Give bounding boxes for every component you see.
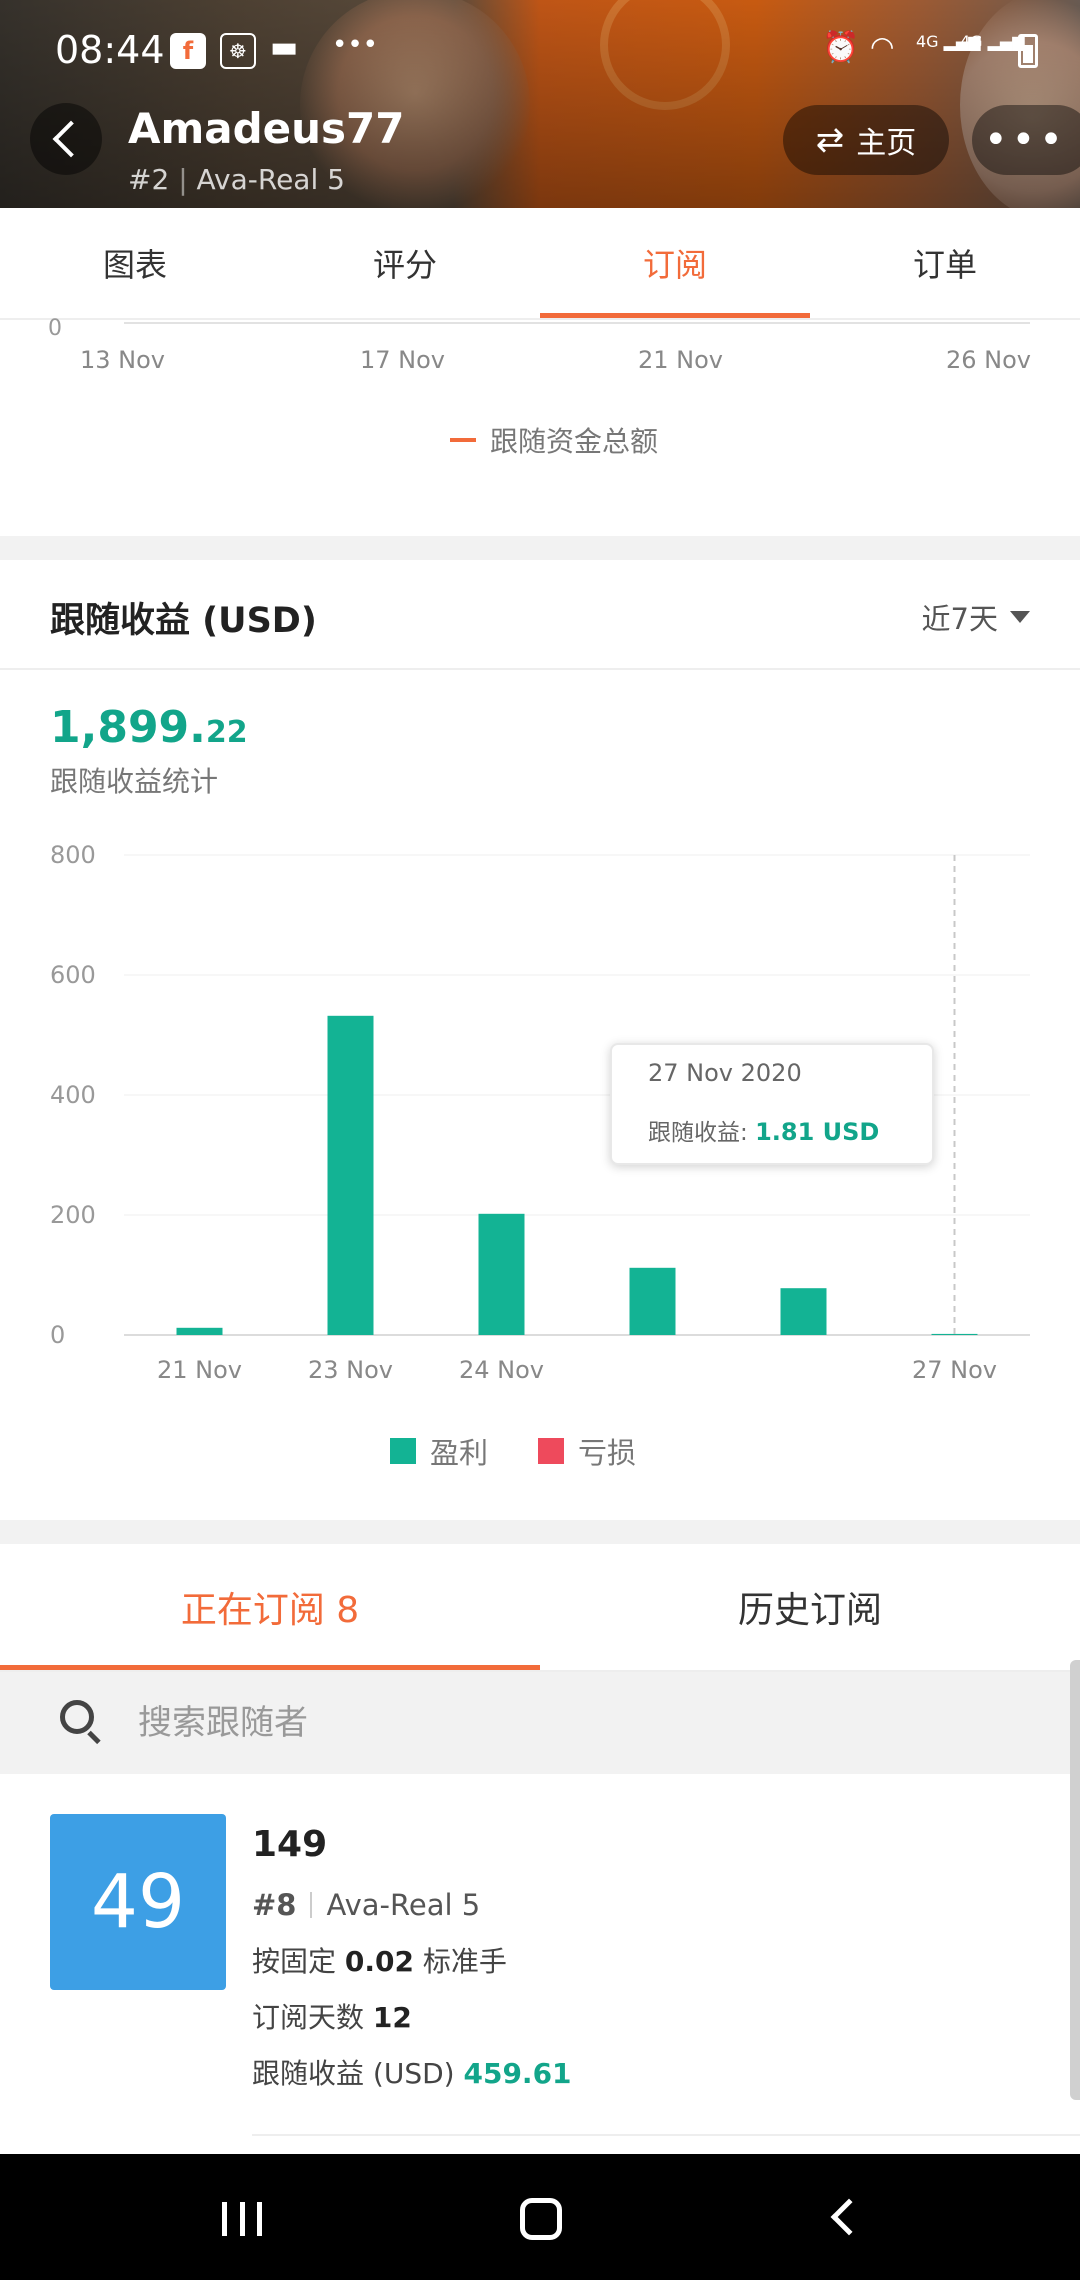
y-tick-label: 0 [48, 316, 62, 341]
baidu-icon: ☸ [220, 33, 256, 69]
chart-legend: 盈利 亏损 [390, 1430, 636, 1472]
tab-orders[interactable]: 订单 [810, 208, 1080, 318]
swap-icon: ⇄ [815, 120, 845, 160]
search-bar [0, 1672, 1080, 1774]
x-axis-line [124, 322, 1030, 324]
chevron-left-icon [52, 120, 90, 158]
x-tick-label: 26 Nov [946, 346, 1032, 374]
chat-icon: ▬ [270, 30, 299, 65]
follower-name: 149 [252, 1824, 328, 1865]
range-dropdown[interactable]: 近7天 [922, 596, 1030, 638]
tab-history-subscriptions[interactable]: 历史订阅 [540, 1544, 1080, 1670]
tooltip-value: 1.81 USD [755, 1118, 880, 1146]
x-tick-label: 21 Nov [638, 346, 724, 374]
legend-item-profit[interactable]: 盈利 [390, 1430, 488, 1472]
legend-swatch [538, 1438, 565, 1464]
tooltip-date: 27 Nov 2020 [648, 1059, 802, 1087]
bar [478, 1213, 525, 1335]
fund-chart: 0 13 Nov 17 Nov 21 Nov 26 Nov 跟随资金总额 [0, 316, 1080, 536]
chart-tooltip: 27 Nov 2020 跟随收益: 1.81 USD [610, 1043, 934, 1165]
tab-chart[interactable]: 图表 [0, 208, 270, 318]
bar [176, 1327, 223, 1335]
y-tick-label: 200 [50, 1201, 96, 1229]
total-income: 1,899.22 [50, 702, 248, 753]
section-divider [0, 536, 1080, 560]
subscription-tabs: 正在订阅 8 历史订阅 [0, 1544, 1080, 1672]
y-tick-label: 0 [50, 1321, 65, 1349]
bar [327, 1015, 374, 1335]
x-tick-label: 13 Nov [80, 346, 166, 374]
alarm-icon: ⏰ [822, 30, 860, 65]
home-nav-button[interactable] [520, 2198, 562, 2240]
follower-mode: 按固定 0.02 标准手 [252, 1945, 507, 1978]
more-button[interactable]: ••• [972, 105, 1080, 175]
legend-item-loss[interactable]: 亏损 [538, 1430, 636, 1472]
status-time: 08:44 [55, 28, 165, 72]
search-input[interactable] [136, 1692, 1036, 1754]
follower-days: 订阅天数 12 [252, 2001, 412, 2034]
y-tick-label: 600 [50, 961, 96, 989]
system-navigation-bar [0, 2154, 1080, 2280]
x-tick-label: 17 Nov [360, 346, 446, 374]
y-tick-label: 400 [50, 1081, 96, 1109]
account-header: 08:44 f ☸ ▬ ••• ⏰ ◠ 4G ▂▄▆ 4G ▂▄▆ Amadeu… [0, 0, 1080, 208]
account-server: Ava-Real 5 [196, 163, 345, 196]
tab-subscription[interactable]: 订阅 [540, 208, 810, 318]
bar [629, 1267, 676, 1335]
follower-server: Ava-Real 5 [326, 1888, 481, 1922]
section-divider [0, 1520, 1080, 1544]
follower-income: 跟随收益 (USD) 459.61 [252, 2057, 572, 2090]
x-tick-label: 24 Nov [459, 1356, 544, 1384]
wifi-icon: ◠ [870, 30, 895, 63]
bar [931, 1333, 978, 1335]
caret-down-icon [1010, 611, 1030, 623]
legend-swatch [390, 1438, 416, 1464]
legend-line-swatch [450, 438, 476, 442]
section-title: 跟随收益 (USD) [50, 601, 317, 641]
follower-card[interactable]: 49 149 #8 Ava-Real 5 按固定 0.02 标准手 订阅天数 1… [0, 1774, 1080, 2154]
follower-rank-line: #8 Ava-Real 5 [252, 1888, 480, 1922]
bar [780, 1288, 827, 1335]
y-tick-label: 800 [50, 841, 96, 869]
x-tick-label: 27 Nov [912, 1356, 997, 1384]
account-rank: #2 [128, 163, 170, 196]
more-icon: ••• [984, 117, 1067, 163]
follow-income-header: 跟随收益 (USD) 近7天 [0, 560, 1080, 670]
battery-icon [1018, 34, 1038, 68]
signal-4g-icon: 4G ▂▄▆ [960, 32, 1025, 51]
flash-app-icon: f [170, 33, 206, 69]
status-bar: 08:44 f ☸ ▬ ••• ⏰ ◠ 4G ▂▄▆ 4G ▂▄▆ [0, 0, 1080, 104]
tooltip-label: 跟随收益: [648, 1120, 748, 1146]
total-income-label: 跟随收益统计 [50, 765, 219, 798]
main-tabs: 图表 评分 订阅 订单 [0, 208, 1080, 320]
tab-rating[interactable]: 评分 [270, 208, 540, 318]
more-dots-icon: ••• [332, 30, 379, 60]
account-subtitle: #2 | Ava-Real 5 [128, 163, 345, 196]
tab-current-subscriptions[interactable]: 正在订阅 8 [0, 1544, 540, 1670]
back-button[interactable] [30, 103, 102, 175]
recent-apps-button[interactable] [222, 2202, 262, 2236]
x-tick-label: 21 Nov [157, 1356, 242, 1384]
fund-chart-legend: 跟随资金总额 [450, 420, 658, 460]
account-name: Amadeus77 [128, 104, 405, 153]
follower-rank: #8 [252, 1888, 297, 1922]
follower-score: 49 [50, 1814, 226, 1990]
x-tick-label: 23 Nov [308, 1356, 393, 1384]
home-button[interactable]: ⇄ 主页 [783, 105, 949, 175]
scrollbar-handle[interactable] [1070, 1660, 1080, 2100]
back-nav-button[interactable] [830, 2198, 868, 2236]
search-icon [60, 1700, 104, 1744]
